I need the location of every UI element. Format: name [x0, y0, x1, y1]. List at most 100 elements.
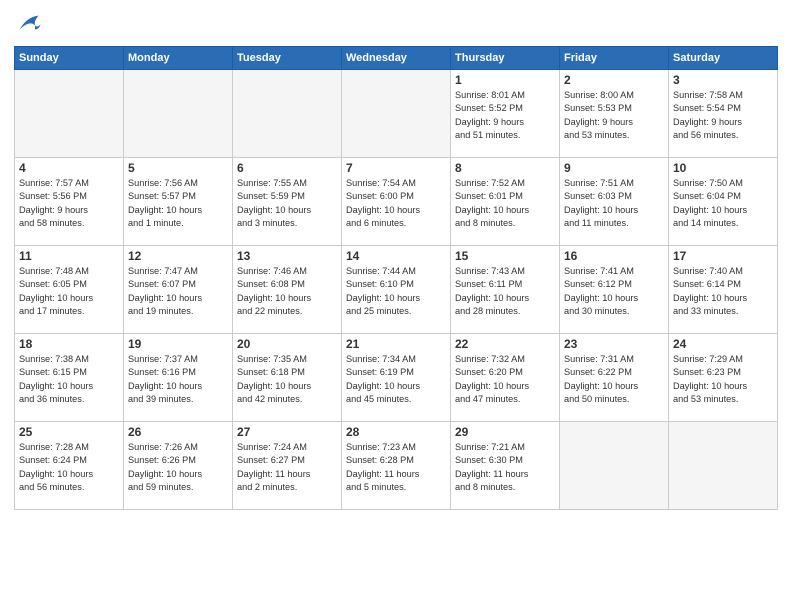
- day-number: 4: [19, 161, 119, 175]
- weekday-header-friday: Friday: [560, 47, 669, 70]
- day-info: Sunrise: 7:51 AMSunset: 6:03 PMDaylight:…: [564, 177, 664, 230]
- day-number: 24: [673, 337, 773, 351]
- day-info: Sunrise: 7:56 AMSunset: 5:57 PMDaylight:…: [128, 177, 228, 230]
- calendar-cell: 11 Sunrise: 7:48 AMSunset: 6:05 PMDayligh…: [15, 246, 124, 334]
- day-info: Sunrise: 7:35 AMSunset: 6:18 PMDaylight:…: [237, 353, 337, 406]
- day-info: Sunrise: 7:23 AMSunset: 6:28 PMDaylight:…: [346, 441, 446, 494]
- day-number: 9: [564, 161, 664, 175]
- day-info: Sunrise: 7:44 AMSunset: 6:10 PMDaylight:…: [346, 265, 446, 318]
- day-info: Sunrise: 7:57 AMSunset: 5:56 PMDaylight:…: [19, 177, 119, 230]
- calendar-cell: [560, 422, 669, 510]
- day-number: 11: [19, 249, 119, 263]
- day-number: 16: [564, 249, 664, 263]
- day-info: Sunrise: 7:26 AMSunset: 6:26 PMDaylight:…: [128, 441, 228, 494]
- weekday-header-wednesday: Wednesday: [342, 47, 451, 70]
- calendar-cell: 14 Sunrise: 7:44 AMSunset: 6:10 PMDayligh…: [342, 246, 451, 334]
- day-number: 14: [346, 249, 446, 263]
- day-info: Sunrise: 7:28 AMSunset: 6:24 PMDaylight:…: [19, 441, 119, 494]
- weekday-header-thursday: Thursday: [451, 47, 560, 70]
- calendar-cell: 21Sunrise: 7:34 AMSunset: 6:19 PMDayligh…: [342, 334, 451, 422]
- day-info: Sunrise: 7:46 AMSunset: 6:08 PMDaylight:…: [237, 265, 337, 318]
- calendar-cell: [669, 422, 778, 510]
- calendar-cell: 13 Sunrise: 7:46 AMSunset: 6:08 PMDayligh…: [233, 246, 342, 334]
- weekday-header-monday: Monday: [124, 47, 233, 70]
- day-info: Sunrise: 7:31 AMSunset: 6:22 PMDaylight:…: [564, 353, 664, 406]
- day-number: 18: [19, 337, 119, 351]
- day-info: Sunrise: 7:54 AMSunset: 6:00 PMDaylight:…: [346, 177, 446, 230]
- day-number: 20: [237, 337, 337, 351]
- day-info: Sunrise: 7:50 AMSunset: 6:04 PMDaylight:…: [673, 177, 773, 230]
- day-number: 13: [237, 249, 337, 263]
- day-number: 22: [455, 337, 555, 351]
- day-number: 5: [128, 161, 228, 175]
- day-info: Sunrise: 7:47 AMSunset: 6:07 PMDaylight:…: [128, 265, 228, 318]
- day-info: Sunrise: 7:24 AMSunset: 6:27 PMDaylight:…: [237, 441, 337, 494]
- day-number: 10: [673, 161, 773, 175]
- day-info: Sunrise: 7:38 AMSunset: 6:15 PMDaylight:…: [19, 353, 119, 406]
- day-number: 17: [673, 249, 773, 263]
- page: SundayMondayTuesdayWednesdayThursdayFrid…: [0, 0, 792, 612]
- calendar-cell: 17 Sunrise: 7:40 AMSunset: 6:14 PMDayligh…: [669, 246, 778, 334]
- day-info: Sunrise: 7:21 AMSunset: 6:30 PMDaylight:…: [455, 441, 555, 494]
- day-info: Sunrise: 7:41 AMSunset: 6:12 PMDaylight:…: [564, 265, 664, 318]
- calendar-cell: 3 Sunrise: 7:58 AMSunset: 5:54 PMDaylight…: [669, 70, 778, 158]
- day-number: 23: [564, 337, 664, 351]
- calendar-cell: 23 Sunrise: 7:31 AMSunset: 6:22 PMDayligh…: [560, 334, 669, 422]
- day-info: Sunrise: 7:55 AMSunset: 5:59 PMDaylight:…: [237, 177, 337, 230]
- day-number: 1: [455, 73, 555, 87]
- day-number: 25: [19, 425, 119, 439]
- calendar-week-row: 18 Sunrise: 7:38 AMSunset: 6:15 PMDayligh…: [15, 334, 778, 422]
- logo: [14, 10, 46, 38]
- calendar-cell: 1 Sunrise: 8:01 AMSunset: 5:52 PMDaylight…: [451, 70, 560, 158]
- calendar-week-row: 11 Sunrise: 7:48 AMSunset: 6:05 PMDayligh…: [15, 246, 778, 334]
- day-number: 8: [455, 161, 555, 175]
- weekday-header-tuesday: Tuesday: [233, 47, 342, 70]
- day-info: Sunrise: 7:48 AMSunset: 6:05 PMDaylight:…: [19, 265, 119, 318]
- calendar-cell: 7 Sunrise: 7:54 AMSunset: 6:00 PMDaylight…: [342, 158, 451, 246]
- calendar-week-row: 4 Sunrise: 7:57 AMSunset: 5:56 PMDaylight…: [15, 158, 778, 246]
- calendar-cell: 9 Sunrise: 7:51 AMSunset: 6:03 PMDaylight…: [560, 158, 669, 246]
- day-number: 6: [237, 161, 337, 175]
- calendar-table: SundayMondayTuesdayWednesdayThursdayFrid…: [14, 46, 778, 510]
- calendar-cell: 25 Sunrise: 7:28 AMSunset: 6:24 PMDayligh…: [15, 422, 124, 510]
- weekday-header-saturday: Saturday: [669, 47, 778, 70]
- day-info: Sunrise: 7:29 AMSunset: 6:23 PMDaylight:…: [673, 353, 773, 406]
- day-number: 3: [673, 73, 773, 87]
- calendar-cell: [15, 70, 124, 158]
- calendar-week-row: 25 Sunrise: 7:28 AMSunset: 6:24 PMDayligh…: [15, 422, 778, 510]
- day-info: Sunrise: 8:01 AMSunset: 5:52 PMDaylight:…: [455, 89, 555, 142]
- calendar-cell: 4 Sunrise: 7:57 AMSunset: 5:56 PMDaylight…: [15, 158, 124, 246]
- header: [14, 10, 778, 38]
- day-number: 19: [128, 337, 228, 351]
- day-info: Sunrise: 7:58 AMSunset: 5:54 PMDaylight:…: [673, 89, 773, 142]
- weekday-header-sunday: Sunday: [15, 47, 124, 70]
- day-info: Sunrise: 7:40 AMSunset: 6:14 PMDaylight:…: [673, 265, 773, 318]
- day-number: 26: [128, 425, 228, 439]
- day-number: 15: [455, 249, 555, 263]
- day-number: 28: [346, 425, 446, 439]
- calendar-cell: 5 Sunrise: 7:56 AMSunset: 5:57 PMDaylight…: [124, 158, 233, 246]
- calendar-cell: 16 Sunrise: 7:41 AMSunset: 6:12 PMDayligh…: [560, 246, 669, 334]
- day-info: Sunrise: 8:00 AMSunset: 5:53 PMDaylight:…: [564, 89, 664, 142]
- calendar-cell: 20 Sunrise: 7:35 AMSunset: 6:18 PMDayligh…: [233, 334, 342, 422]
- day-number: 29: [455, 425, 555, 439]
- day-number: 7: [346, 161, 446, 175]
- day-number: 2: [564, 73, 664, 87]
- calendar-cell: 6 Sunrise: 7:55 AMSunset: 5:59 PMDaylight…: [233, 158, 342, 246]
- calendar-cell: 10 Sunrise: 7:50 AMSunset: 6:04 PMDayligh…: [669, 158, 778, 246]
- calendar-cell: 8 Sunrise: 7:52 AMSunset: 6:01 PMDaylight…: [451, 158, 560, 246]
- calendar-cell: 26 Sunrise: 7:26 AMSunset: 6:26 PMDayligh…: [124, 422, 233, 510]
- calendar-cell: 15Sunrise: 7:43 AMSunset: 6:11 PMDayligh…: [451, 246, 560, 334]
- day-number: 12: [128, 249, 228, 263]
- calendar-cell: [124, 70, 233, 158]
- calendar-cell: 19 Sunrise: 7:37 AMSunset: 6:16 PMDayligh…: [124, 334, 233, 422]
- day-number: 27: [237, 425, 337, 439]
- day-info: Sunrise: 7:52 AMSunset: 6:01 PMDaylight:…: [455, 177, 555, 230]
- calendar-cell: 27 Sunrise: 7:24 AMSunset: 6:27 PMDayligh…: [233, 422, 342, 510]
- day-info: Sunrise: 7:37 AMSunset: 6:16 PMDaylight:…: [128, 353, 228, 406]
- calendar-cell: 2 Sunrise: 8:00 AMSunset: 5:53 PMDaylight…: [560, 70, 669, 158]
- weekday-header-row: SundayMondayTuesdayWednesdayThursdayFrid…: [15, 47, 778, 70]
- day-info: Sunrise: 7:32 AMSunset: 6:20 PMDaylight:…: [455, 353, 555, 406]
- calendar-cell: 24 Sunrise: 7:29 AMSunset: 6:23 PMDayligh…: [669, 334, 778, 422]
- calendar-cell: [342, 70, 451, 158]
